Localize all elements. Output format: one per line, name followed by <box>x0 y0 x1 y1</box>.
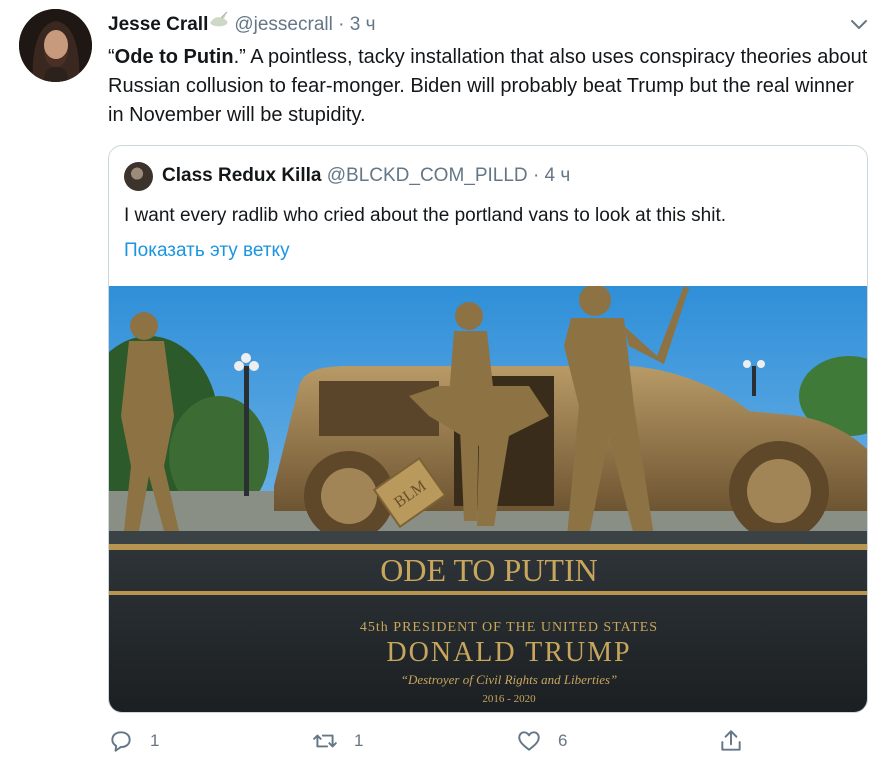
tweet-header: Jesse Crall @jessecrall · 3 ч <box>108 11 375 39</box>
author-handle[interactable]: @jessecrall <box>234 14 332 35</box>
plaque-title: ODE TO PUTIN <box>380 552 597 588</box>
like-button[interactable]: 6 <box>516 728 567 754</box>
author-name[interactable]: Jesse Crall <box>108 14 208 35</box>
tweet-text-open-quote: “ <box>108 46 115 68</box>
tweet-time[interactable]: 3 ч <box>350 14 376 35</box>
plaque-line1: 45th PRESIDENT OF THE UNITED STATES <box>360 620 658 635</box>
chevron-down-icon[interactable] <box>847 12 871 36</box>
tweet-actions: 1 1 6 <box>0 728 889 760</box>
quoted-author-name: Class Redux Killa <box>162 165 322 186</box>
quoted-tweet-header: Class Redux Killa @BLCKD_COM_PILLD · 4 ч <box>162 163 570 189</box>
quoted-author-handle: @BLCKD_COM_PILLD <box>326 165 528 186</box>
show-thread-link[interactable]: Показать эту ветку <box>124 237 290 265</box>
plaque-quote: “Destroyer of Civil Rights and Liberties… <box>401 672 618 687</box>
author-avatar[interactable] <box>19 9 92 82</box>
dove-icon <box>208 11 230 39</box>
reply-icon <box>111 731 131 752</box>
quoted-separator-dot: · <box>532 165 540 186</box>
tweet-text-bold: Ode to Putin <box>114 46 234 68</box>
retweet-button[interactable]: 1 <box>312 728 363 754</box>
quoted-author-avatar <box>124 162 153 191</box>
retweet-count: 1 <box>354 731 364 750</box>
quoted-tweet[interactable]: Class Redux Killa @BLCKD_COM_PILLD · 4 ч… <box>108 145 868 713</box>
quoted-tweet-text: I want every radlib who cried about the … <box>124 205 726 226</box>
tweet-text: “Ode to Putin.” A pointless, tacky insta… <box>108 43 868 130</box>
statue-photo[interactable]: BLM ODE TO PUTIN 45th PRESIDENT OF THE U… <box>109 286 868 713</box>
quoted-tweet-time: 4 ч <box>544 165 571 186</box>
retweet-icon <box>313 734 337 748</box>
heart-icon <box>518 731 540 751</box>
plaque-years: 2016 - 2020 <box>482 693 536 705</box>
share-icon <box>721 730 741 751</box>
share-button[interactable] <box>718 728 760 754</box>
like-count: 6 <box>558 731 568 750</box>
separator-dot: · <box>338 14 345 36</box>
reply-button[interactable]: 1 <box>108 728 159 754</box>
plaque-name: DONALD TRUMP <box>386 637 631 668</box>
reply-count: 1 <box>150 731 160 750</box>
